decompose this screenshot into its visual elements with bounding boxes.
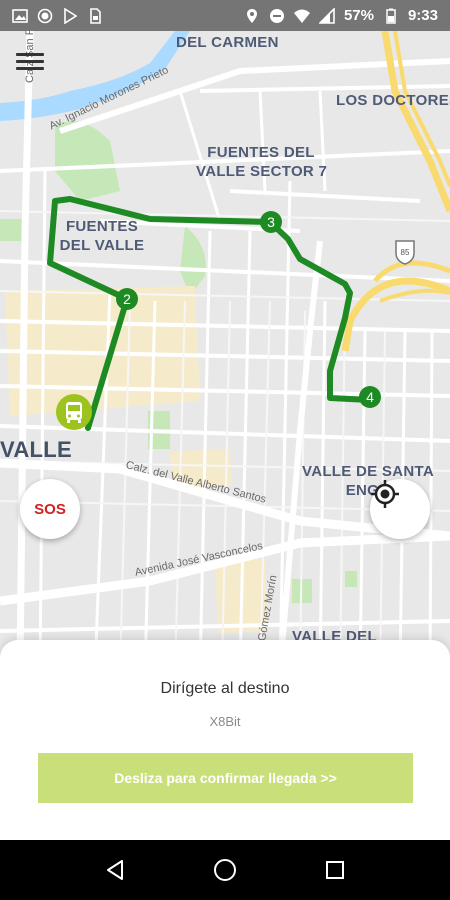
map-label-del-carmen: DEL CARMEN <box>176 34 279 51</box>
map-label-line: VALLE SECTOR 7 <box>196 163 328 180</box>
bus-marker-icon[interactable] <box>55 393 93 431</box>
map-label-line: FUENTES <box>65 218 139 235</box>
instruction-text: Dirígete al destino <box>160 680 290 697</box>
menu-bar <box>16 60 44 63</box>
wifi-icon <box>293 9 310 23</box>
back-triangle-icon <box>107 860 123 880</box>
waypoint-label: 4 <box>366 389 374 405</box>
back-button[interactable] <box>95 850 135 890</box>
waypoint-3-marker[interactable]: 3 <box>259 210 283 234</box>
battery-percentage: 57% <box>343 7 374 24</box>
record-icon <box>37 8 53 23</box>
waypoint-4-marker[interactable]: 4 <box>358 385 382 409</box>
system-nav-bar <box>0 840 450 900</box>
crosshair-icon <box>371 480 399 508</box>
do-not-disturb-icon <box>269 8 284 23</box>
menu-bar <box>16 67 44 70</box>
play-store-icon <box>64 7 78 24</box>
waypoint-2-marker[interactable]: 2 <box>115 287 139 311</box>
sim-icon <box>90 7 101 24</box>
map-label-los-doctores: LOS DOCTORES <box>336 92 450 109</box>
waypoint-label: 3 <box>267 214 275 230</box>
map-view[interactable]: 85 2 3 4 DEL CARMEN LOS DOCTORES FUENTES… <box>0 31 450 671</box>
highway-shield-icon: 85 <box>395 240 415 265</box>
map-label-fuentes-sector7: FUENTES DEL VALLE SECTOR 7 <box>196 143 328 181</box>
location-icon <box>246 8 257 23</box>
map-label-line: DEL VALLE <box>59 237 145 254</box>
map-canvas <box>0 31 450 671</box>
bottom-sheet: Dirígete al destino X8Bit Desliza para c… <box>0 640 450 840</box>
status-bar: 57% 9:33 <box>0 0 450 31</box>
confirm-arrival-slider[interactable]: Desliza para confirmar llegada >> <box>38 753 413 803</box>
trip-code: X8Bit <box>209 714 241 729</box>
recents-square-icon <box>326 861 344 879</box>
menu-button[interactable] <box>16 49 48 75</box>
map-label-line: FUENTES DEL <box>207 144 315 161</box>
clock: 9:33 <box>407 7 438 24</box>
my-location-button[interactable] <box>370 479 430 539</box>
battery-icon <box>386 8 396 24</box>
highway-shield-number: 85 <box>401 248 410 257</box>
recents-button[interactable] <box>315 850 355 890</box>
waypoint-label: 2 <box>123 291 131 307</box>
home-circle-icon <box>214 859 236 881</box>
image-icon <box>12 8 28 23</box>
map-label-fuentes-del-valle: FUENTES DEL VALLE <box>56 217 148 255</box>
map-label-line: VALLE DE SANTA <box>302 463 434 480</box>
sos-button[interactable]: SOS <box>20 479 80 539</box>
map-label-valle: VALLE <box>0 437 72 462</box>
menu-bar <box>16 53 44 56</box>
cellular-icon <box>318 7 335 24</box>
home-button[interactable] <box>205 850 245 890</box>
